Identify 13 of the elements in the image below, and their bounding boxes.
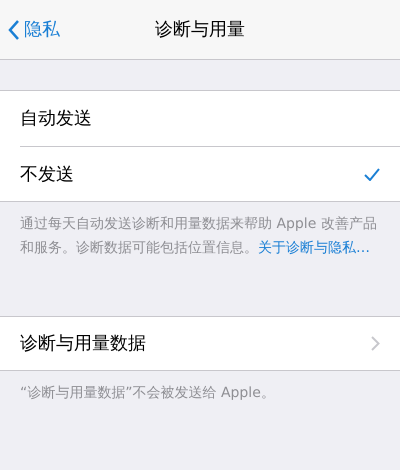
data-footer-text: “诊断与用量数据”不会被发送给 Apple。: [19, 384, 276, 403]
page-title: 诊断与用量: [155, 18, 245, 42]
options-footer-text: 通过每天自动发送诊断和用量数据来帮助 Apple 改善产品和服务。诊断数据可能包括位置信息。关于诊断与隐私…: [19, 215, 378, 258]
chevron-right-icon: [371, 336, 380, 351]
option-row[interactable]: 自动发送: [20, 91, 400, 146]
data-row-label: 诊断与用量数据: [20, 332, 147, 356]
option-label: 自动发送: [20, 107, 93, 131]
back-chevron-icon: [8, 18, 20, 40]
data-row[interactable]: 诊断与用量数据: [0, 316, 400, 371]
privacy-link[interactable]: 关于诊断与隐私…: [258, 240, 370, 256]
option-label: 不发送: [20, 162, 75, 186]
back-button[interactable]: 隐私: [8, 16, 60, 43]
option-row[interactable]: 不发送: [20, 146, 400, 201]
